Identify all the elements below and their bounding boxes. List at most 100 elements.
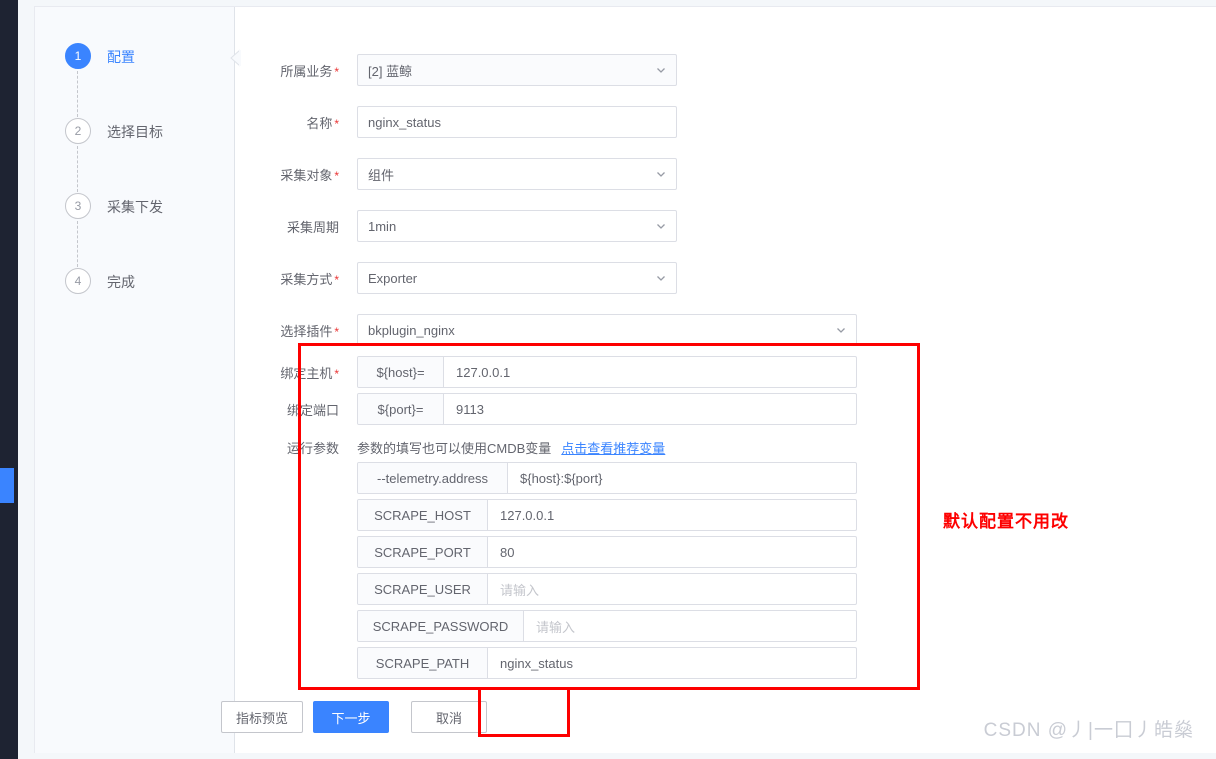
chevron-down-icon bbox=[657, 172, 665, 177]
runtime-param-key: SCRAPE_PATH bbox=[358, 648, 488, 678]
step-label: 选择目标 bbox=[107, 124, 163, 140]
chevron-down-icon bbox=[657, 224, 665, 229]
runtime-hint-text: 参数的填写也可以使用CMDB变量 bbox=[357, 440, 552, 456]
config-form: 所属业务 * [2] 蓝鲸 名称 * nginx_status 采集对象 * 组件 bbox=[235, 7, 1216, 754]
step-connector bbox=[77, 221, 78, 267]
chevron-down-icon bbox=[837, 328, 845, 333]
step-number-badge: 2 bbox=[65, 118, 91, 144]
runtime-param-value: ${host}:${port} bbox=[520, 470, 603, 486]
required-marker: * bbox=[334, 64, 339, 79]
label-plugin: 选择插件 * bbox=[280, 323, 339, 339]
step-item-2[interactable]: 2 选择目标 bbox=[35, 118, 235, 193]
select-business-value: [2] 蓝鲸 bbox=[368, 63, 413, 79]
label-collect-target: 采集对象 * bbox=[280, 167, 339, 183]
runtime-param-input[interactable]: SCRAPE_PASSWORD 请输入 bbox=[357, 610, 857, 642]
step-label: 配置 bbox=[107, 49, 135, 65]
field-row-name: 名称 * nginx_status bbox=[235, 106, 677, 138]
runtime-param-row: SCRAPE_USER 请输入 bbox=[235, 573, 857, 605]
field-row-collect-method: 采集方式 * Exporter bbox=[235, 262, 677, 294]
runtime-param-key: SCRAPE_PORT bbox=[358, 537, 488, 567]
step-number-badge: 3 bbox=[65, 193, 91, 219]
bind-port-value: 9113 bbox=[456, 401, 484, 417]
field-row-plugin: 选择插件 * bkplugin_nginx bbox=[235, 314, 857, 346]
runtime-param-input[interactable]: --telemetry.address ${host}:${port} bbox=[357, 462, 857, 494]
input-bind-port[interactable]: ${port}= 9113 bbox=[357, 393, 857, 425]
step-label: 采集下发 bbox=[107, 199, 163, 215]
step-item-3[interactable]: 3 采集下发 bbox=[35, 193, 235, 268]
bind-port-key: ${port}= bbox=[358, 394, 444, 424]
runtime-param-input[interactable]: SCRAPE_PATH nginx_status bbox=[357, 647, 857, 679]
select-plugin[interactable]: bkplugin_nginx bbox=[357, 314, 857, 346]
step-connector bbox=[77, 71, 78, 117]
step-item-4[interactable]: 4 完成 bbox=[35, 268, 235, 343]
recommended-variables-link[interactable]: 点击查看推荐变量 bbox=[561, 438, 665, 457]
required-marker: * bbox=[334, 168, 339, 183]
wizard-action-bar: 指标预览 下一步 取消 bbox=[221, 701, 488, 733]
step-item-1[interactable]: 1 配置 bbox=[35, 43, 235, 118]
runtime-param-row: SCRAPE_PASSWORD 请输入 bbox=[235, 610, 857, 642]
label-bind-host: 绑定主机 * bbox=[280, 365, 339, 381]
field-row-business: 所属业务 * [2] 蓝鲸 bbox=[235, 54, 677, 86]
step-number-badge: 1 bbox=[65, 43, 91, 69]
select-business[interactable]: [2] 蓝鲸 bbox=[357, 54, 677, 86]
label-business: 所属业务 * bbox=[280, 63, 339, 79]
select-collect-period[interactable]: 1min bbox=[357, 210, 677, 242]
input-name-value: nginx_status bbox=[368, 114, 441, 130]
required-marker: * bbox=[334, 272, 339, 287]
runtime-param-row: SCRAPE_PORT 80 bbox=[235, 536, 857, 568]
runtime-param-key: SCRAPE_HOST bbox=[358, 500, 488, 530]
step-sidebar: 1 配置 2 选择目标 3 采集下发 4 完成 bbox=[35, 7, 241, 753]
runtime-param-input[interactable]: SCRAPE_HOST 127.0.0.1 bbox=[357, 499, 857, 531]
input-name[interactable]: nginx_status bbox=[357, 106, 677, 138]
annotation-note: 默认配置不用改 bbox=[943, 512, 1069, 531]
label-collect-period: 采集周期 bbox=[286, 219, 339, 235]
bind-host-key: ${host}= bbox=[358, 357, 444, 387]
label-name: 名称 * bbox=[306, 115, 339, 131]
app-rail bbox=[0, 0, 18, 759]
step-number-badge: 4 bbox=[65, 268, 91, 294]
chevron-down-icon bbox=[657, 276, 665, 281]
label-collect-method: 采集方式 * bbox=[280, 271, 339, 287]
wizard-card: 1 配置 2 选择目标 3 采集下发 4 完成 所属业务 * [2] 蓝鲸 名称 * nginx_… bbox=[34, 6, 1216, 753]
field-row-collect-target: 采集对象 * 组件 bbox=[235, 158, 677, 190]
field-row-bind-host: 绑定主机 * ${host}= 127.0.0.1 bbox=[235, 356, 857, 388]
select-collect-method-value: Exporter bbox=[368, 270, 418, 286]
runtime-param-value: 请输入 bbox=[500, 582, 540, 598]
runtime-params-header: 运行参数 参数的填写也可以使用CMDB变量 点击查看推荐变量 bbox=[235, 437, 665, 457]
runtime-param-key: SCRAPE_PASSWORD bbox=[358, 611, 524, 641]
label-runtime-params: 运行参数 bbox=[286, 440, 339, 456]
input-bind-host[interactable]: ${host}= 127.0.0.1 bbox=[357, 356, 857, 388]
select-collect-target[interactable]: 组件 bbox=[357, 158, 677, 190]
runtime-param-input[interactable]: SCRAPE_USER 请输入 bbox=[357, 573, 857, 605]
runtime-param-row: --telemetry.address ${host}:${port} bbox=[235, 462, 857, 494]
runtime-param-value: 80 bbox=[500, 544, 515, 560]
bind-host-value: 127.0.0.1 bbox=[456, 364, 511, 380]
runtime-param-row: SCRAPE_PATH nginx_status bbox=[235, 647, 857, 679]
runtime-param-value: 请输入 bbox=[536, 619, 576, 635]
step-connector bbox=[77, 146, 78, 192]
runtime-param-input[interactable]: SCRAPE_PORT 80 bbox=[357, 536, 857, 568]
chevron-down-icon bbox=[657, 68, 665, 73]
select-collect-target-value: 组件 bbox=[368, 167, 395, 183]
runtime-param-value: 127.0.0.1 bbox=[500, 507, 555, 523]
runtime-param-value: nginx_status bbox=[500, 655, 573, 671]
select-collect-method[interactable]: Exporter bbox=[357, 262, 677, 294]
required-marker: * bbox=[334, 116, 339, 131]
step-list: 1 配置 2 选择目标 3 采集下发 4 完成 bbox=[35, 43, 235, 343]
next-step-button[interactable]: 下一步 bbox=[313, 701, 390, 733]
select-collect-period-value: 1min bbox=[368, 218, 397, 234]
step-label: 完成 bbox=[107, 274, 135, 290]
required-marker: * bbox=[334, 366, 339, 381]
cancel-button[interactable]: 取消 bbox=[411, 701, 488, 733]
runtime-param-key: SCRAPE_USER bbox=[358, 574, 488, 604]
csdn-watermark: CSDN @丿|一囗丿皓燊 bbox=[983, 720, 1194, 741]
label-bind-port: 绑定端口 bbox=[286, 402, 339, 418]
field-row-collect-period: 采集周期 1min bbox=[235, 210, 677, 242]
metric-preview-button[interactable]: 指标预览 bbox=[221, 701, 304, 733]
runtime-param-key: --telemetry.address bbox=[358, 463, 508, 493]
field-row-bind-port: 绑定端口 ${port}= 9113 bbox=[235, 393, 857, 425]
select-plugin-value: bkplugin_nginx bbox=[368, 322, 455, 338]
app-rail-active-marker bbox=[0, 468, 14, 503]
runtime-param-row: SCRAPE_HOST 127.0.0.1 bbox=[235, 499, 857, 531]
required-marker: * bbox=[334, 324, 339, 339]
